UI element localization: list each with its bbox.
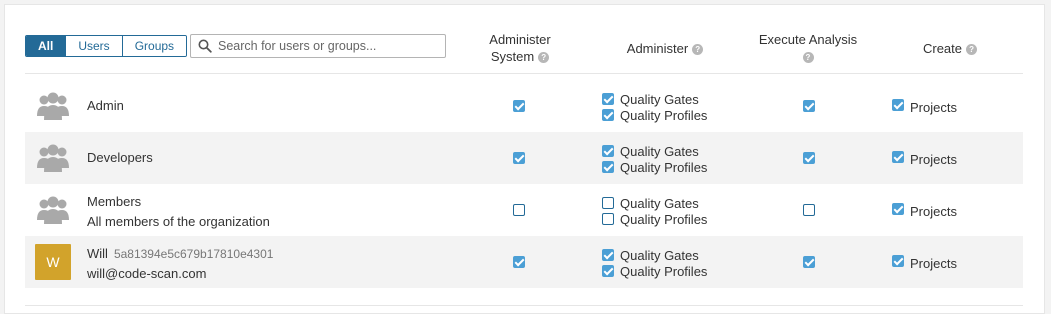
search-icon	[198, 39, 212, 53]
group-icon	[37, 144, 69, 172]
permission-label: Quality Gates	[620, 144, 699, 159]
permission-label: Quality Profiles	[620, 160, 708, 175]
permission-label: Quality Profiles	[620, 108, 708, 123]
checkbox-administer-system[interactable]	[513, 256, 525, 268]
checkbox-administer-system[interactable]	[513, 152, 525, 164]
table-bottom-divider	[25, 305, 1023, 306]
filter-users-button[interactable]: Users	[65, 36, 122, 56]
search-box	[190, 34, 446, 58]
column-header-label: Administer	[489, 32, 551, 47]
checkbox-quality-gates[interactable]	[602, 197, 614, 209]
checkbox-quality-profiles[interactable]	[602, 265, 614, 277]
checkbox-quality-gates[interactable]	[602, 249, 614, 261]
checkbox-quality-gates[interactable]	[602, 145, 614, 157]
column-header-label: Create	[922, 41, 963, 56]
checkbox-projects[interactable]	[892, 203, 904, 215]
table-row: Admin Quality Gates Quality Profiles Pro…	[25, 80, 1023, 132]
filter-groups-button[interactable]: Groups	[121, 36, 187, 56]
column-header-administer-system: Administer System?	[475, 31, 565, 65]
permission-label: Quality Profiles	[620, 212, 708, 227]
search-input[interactable]	[218, 39, 438, 53]
filter-segmented-control: All Users Groups	[25, 35, 188, 57]
checkbox-quality-profiles[interactable]	[602, 109, 614, 121]
row-description: All members of the organization	[87, 214, 270, 229]
help-icon[interactable]: ?	[692, 44, 704, 56]
checkbox-quality-profiles[interactable]	[602, 161, 614, 173]
table-row: Developers Quality Gates Quality Profile…	[25, 132, 1023, 184]
column-header-execute-analysis: Execute Analysis ?	[743, 31, 873, 65]
permission-label: Quality Gates	[620, 196, 699, 211]
checkbox-projects[interactable]	[892, 151, 904, 163]
table-row: Members All members of the organization …	[25, 184, 1023, 236]
permission-label: Quality Gates	[620, 248, 699, 263]
table-row: W Will 5a81394e5c679b17810e4301 will@code…	[25, 236, 1023, 288]
column-header-label: Administer	[626, 41, 689, 56]
row-name-line: Will 5a81394e5c679b17810e4301	[87, 246, 273, 261]
permissions-header: All Users Groups Administer System? Admi…	[25, 5, 1023, 74]
user-name: Will	[87, 246, 108, 261]
help-icon[interactable]: ?	[966, 44, 978, 56]
column-header-create: Create?	[895, 40, 1005, 57]
row-name: Admin	[87, 98, 124, 113]
checkbox-administer-system[interactable]	[513, 204, 525, 216]
group-icon	[37, 196, 69, 224]
permission-label: Quality Gates	[620, 92, 699, 107]
user-email: will@code-scan.com	[87, 266, 207, 281]
permission-label: Quality Profiles	[620, 264, 708, 279]
avatar: W	[35, 244, 71, 280]
filter-all-button[interactable]: All	[26, 36, 66, 56]
permission-label: Projects	[910, 152, 957, 167]
user-login: 5a81394e5c679b17810e4301	[113, 247, 274, 261]
checkbox-execute-analysis[interactable]	[803, 204, 815, 216]
permission-label: Projects	[910, 204, 957, 219]
row-name: Members	[87, 194, 142, 209]
permissions-panel: All Users Groups Administer System? Admi…	[4, 4, 1045, 314]
column-header-label: System	[490, 49, 535, 64]
checkbox-execute-analysis[interactable]	[803, 152, 815, 164]
column-header-label: Execute Analysis	[758, 32, 858, 47]
checkbox-projects[interactable]	[892, 255, 904, 267]
column-header-administer: Administer?	[600, 40, 730, 57]
permission-label: Projects	[910, 100, 957, 115]
help-icon[interactable]: ?	[538, 52, 550, 64]
checkbox-quality-gates[interactable]	[602, 93, 614, 105]
checkbox-execute-analysis[interactable]	[803, 100, 815, 112]
checkbox-projects[interactable]	[892, 99, 904, 111]
row-name: Developers	[87, 150, 153, 165]
permission-label: Projects	[910, 256, 957, 271]
checkbox-execute-analysis[interactable]	[803, 256, 815, 268]
checkbox-administer-system[interactable]	[513, 100, 525, 112]
group-icon	[37, 92, 69, 120]
checkbox-quality-profiles[interactable]	[602, 213, 614, 225]
help-icon[interactable]: ?	[802, 52, 814, 64]
